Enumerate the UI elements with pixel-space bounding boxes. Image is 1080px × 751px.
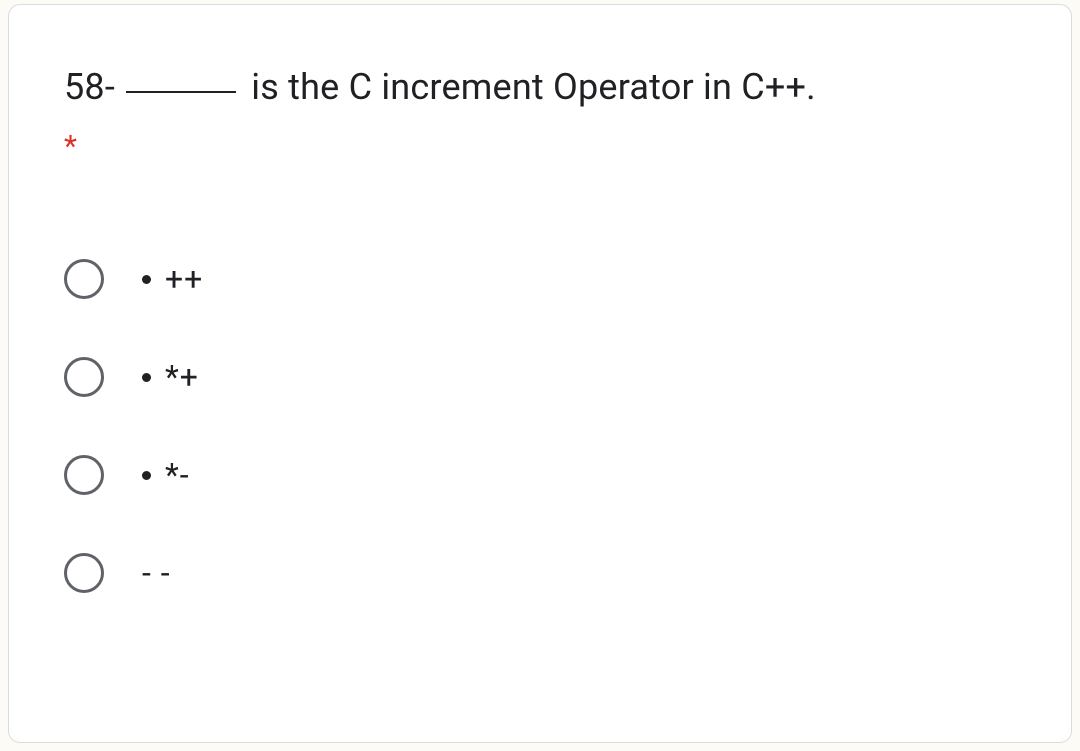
options-list: ++ *+ *- - -: [64, 259, 1016, 593]
option-label: *+: [165, 358, 199, 396]
option-row[interactable]: - -: [64, 553, 1016, 593]
option-row[interactable]: *-: [64, 455, 1016, 495]
option-label: *-: [165, 456, 190, 494]
required-marker: *: [64, 124, 1016, 169]
radio-icon[interactable]: [64, 259, 104, 299]
option-row[interactable]: *+: [64, 357, 1016, 397]
bullet-icon: [142, 373, 151, 382]
question-suffix: is the C increment Operator in C++.: [242, 66, 816, 108]
bullet-icon: [142, 471, 151, 480]
radio-icon[interactable]: [64, 553, 104, 593]
bullet-icon: [142, 275, 151, 284]
radio-icon[interactable]: [64, 357, 104, 397]
question-prefix: 58-: [64, 66, 124, 108]
option-label: ++: [165, 260, 203, 298]
blank-line: [126, 91, 236, 93]
question-card: 58- is the C increment Operator in C++. …: [8, 4, 1072, 743]
option-row[interactable]: ++: [64, 259, 1016, 299]
radio-icon[interactable]: [64, 455, 104, 495]
option-label: - -: [142, 554, 171, 592]
question-text: 58- is the C increment Operator in C++. …: [64, 60, 1016, 169]
